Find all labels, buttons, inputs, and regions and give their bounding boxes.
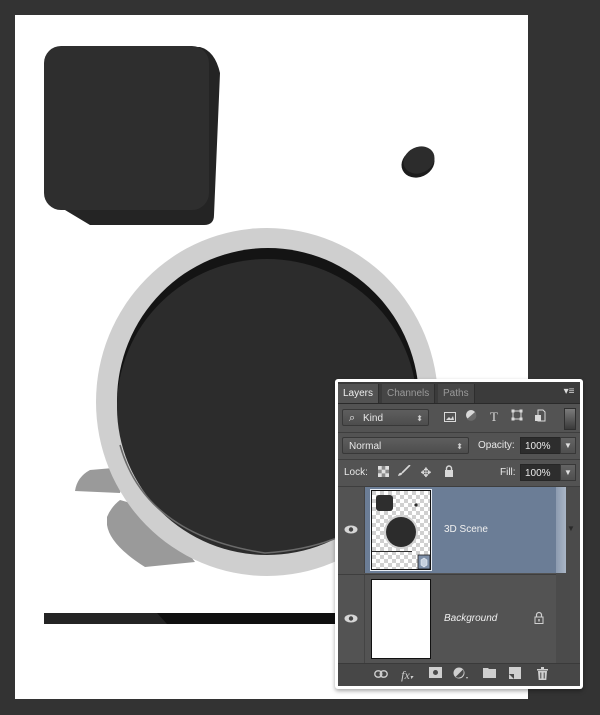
filter-kind-dropdown[interactable]: ⌕ Kind ⬍ bbox=[342, 409, 429, 426]
lock-position-icon[interactable]: ✥ bbox=[418, 465, 434, 481]
shape-layer-filter-icon[interactable] bbox=[509, 409, 525, 425]
opacity-input[interactable]: 100% bbox=[520, 437, 564, 454]
layer-name[interactable]: 3D Scene bbox=[444, 524, 488, 535]
lock-row: Lock: ✥ Fill: 100% ▼ bbox=[338, 460, 580, 486]
lock-transparent-pixels-icon[interactable] bbox=[375, 465, 391, 481]
base-bar-highlight bbox=[44, 613, 167, 624]
layer-row-background[interactable]: Background bbox=[338, 574, 556, 663]
link-layers-icon[interactable] bbox=[372, 667, 390, 683]
layer-row-3d-scene[interactable]: 3D Scene bbox=[338, 487, 556, 573]
lock-label: Lock: bbox=[344, 467, 368, 478]
fill-input[interactable]: 100% bbox=[520, 464, 564, 481]
eye-visibility-icon[interactable] bbox=[344, 614, 358, 623]
layers-list: 3D Scene Background ▼ bbox=[338, 487, 580, 663]
layer-thumbnail-background[interactable] bbox=[371, 579, 431, 659]
opacity-slider-button[interactable]: ▼ bbox=[560, 437, 576, 454]
layer-lock-icon bbox=[534, 611, 544, 627]
visibility-cell bbox=[338, 487, 365, 573]
tab-channels[interactable]: Channels bbox=[382, 384, 436, 403]
blend-mode-dropdown[interactable]: Normal ⬍ bbox=[342, 437, 469, 454]
pixel-layer-filter-icon[interactable] bbox=[442, 410, 458, 426]
layer-thumbnail-3d-scene[interactable] bbox=[370, 489, 432, 571]
eye-visibility-icon[interactable] bbox=[344, 525, 358, 534]
blend-mode-value: Normal bbox=[349, 441, 382, 452]
dropdown-arrows-icon: ⬍ bbox=[456, 442, 463, 451]
adjustment-layer-filter-icon[interactable] bbox=[463, 409, 479, 425]
type-layer-filter-icon[interactable]: T bbox=[486, 409, 502, 425]
delete-layer-icon[interactable] bbox=[533, 667, 551, 683]
layers-scrollbar[interactable]: ▼ bbox=[556, 487, 580, 663]
new-group-icon[interactable] bbox=[480, 667, 498, 683]
scrollbar-thumb[interactable] bbox=[556, 487, 566, 573]
dropdown-arrows-icon: ⬍ bbox=[416, 414, 423, 423]
filter-kind-label: Kind bbox=[363, 413, 384, 424]
layers-panel-frame: Layers Channels Paths ▾≡ ⌕ Kind ⬍ T Norm… bbox=[335, 379, 583, 689]
lock-all-icon[interactable] bbox=[441, 465, 457, 481]
layers-panel: Layers Channels Paths ▾≡ ⌕ Kind ⬍ T Norm… bbox=[338, 382, 580, 686]
smart-object-filter-icon[interactable] bbox=[532, 409, 548, 425]
fill-label: Fill: bbox=[500, 467, 516, 478]
opacity-label: Opacity: bbox=[478, 440, 515, 451]
rounded-square-face bbox=[44, 46, 209, 210]
search-icon: ⌕ bbox=[349, 412, 356, 424]
lock-image-pixels-icon[interactable] bbox=[396, 464, 412, 481]
filter-toggle-switch[interactable] bbox=[564, 408, 576, 430]
blend-row: Normal ⬍ Opacity: 100% ▼ bbox=[338, 433, 580, 458]
new-layer-icon[interactable] bbox=[506, 667, 524, 683]
layer-name[interactable]: Background bbox=[444, 613, 497, 624]
panel-footer: fx▾ bbox=[338, 663, 580, 686]
tab-paths[interactable]: Paths bbox=[438, 384, 475, 403]
panel-tab-bar: Layers Channels Paths ▾≡ bbox=[338, 382, 580, 404]
3d-layer-badge-icon bbox=[420, 557, 428, 568]
tab-layers[interactable]: Layers bbox=[338, 384, 380, 403]
filter-row: ⌕ Kind ⬍ T bbox=[338, 404, 580, 432]
fx-icon[interactable]: fx▾ bbox=[398, 667, 416, 683]
thumbnail-preview bbox=[372, 491, 431, 570]
fx-label: fx bbox=[401, 668, 410, 682]
add-mask-icon[interactable] bbox=[426, 667, 444, 683]
visibility-cell bbox=[338, 575, 365, 663]
layer-options-arrow-icon[interactable]: ▼ bbox=[567, 524, 575, 533]
panel-menu-icon[interactable]: ▾≡ bbox=[562, 385, 576, 399]
adjustment-layer-icon[interactable] bbox=[452, 667, 470, 683]
fill-slider-button[interactable]: ▼ bbox=[560, 464, 576, 481]
